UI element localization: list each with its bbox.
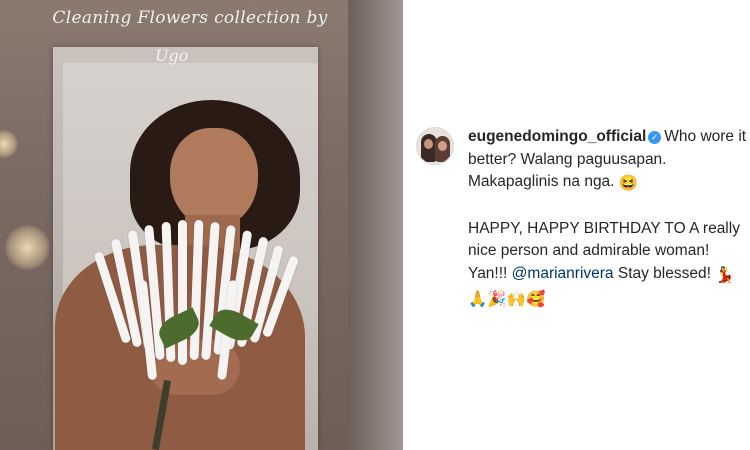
photo-background-edge — [348, 0, 403, 450]
raised-hands-emoji-icon: 🙌 — [506, 291, 526, 308]
caption-line-3: Stay blessed! — [617, 264, 711, 282]
mention-link[interactable]: @marianrivera — [512, 265, 614, 282]
bokeh-light — [0, 130, 18, 158]
dancer-emoji-icon: 💃 — [715, 266, 735, 284]
smiling-hearts-emoji-icon: 🥰 — [525, 291, 546, 308]
avatar[interactable] — [416, 127, 454, 165]
laughing-emoji-icon: 😆 — [618, 175, 639, 192]
person-face — [170, 128, 258, 228]
mop-bouquet — [93, 219, 303, 390]
party-popper-emoji-icon: 🎉 — [487, 291, 507, 308]
username-link[interactable]: eugenedomingo_official — [468, 128, 646, 145]
praying-hands-emoji-icon: 🙏 — [468, 291, 488, 308]
post-caption-panel: eugenedomingo_official ✓ Who wore it bette… — [403, 0, 750, 450]
caption-text: eugenedomingo_official ✓ Who wore it bette… — [468, 126, 750, 312]
verified-badge-icon: ✓ — [648, 131, 662, 144]
bokeh-light — [5, 225, 50, 270]
overlay-signature: Ugo — [155, 46, 189, 65]
overlay-caption: Cleaning Flowers collection by — [52, 8, 328, 28]
post-photo[interactable]: Cleaning Flowers collection by Ugo — [0, 0, 403, 450]
